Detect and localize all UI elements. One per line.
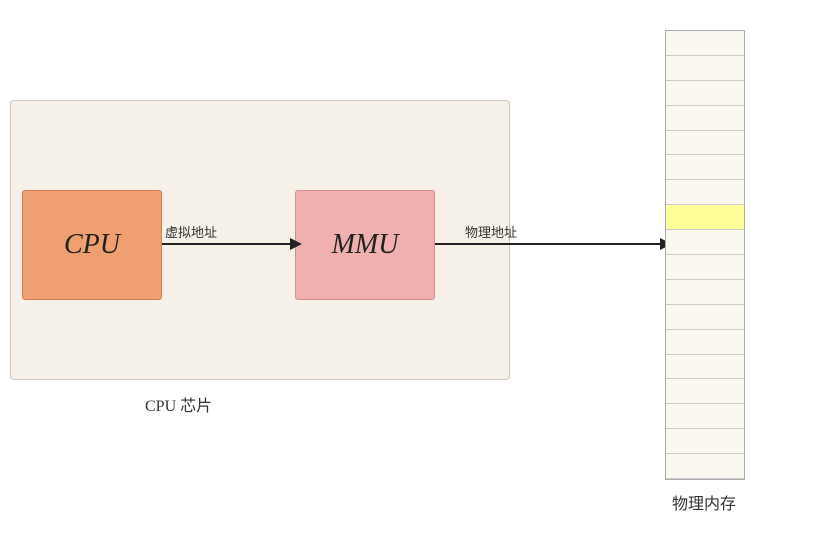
memory-cell: [666, 56, 744, 81]
memory-cell: [666, 404, 744, 429]
diagram-area: CPU 芯片 CPU MMU 虚拟地址 物理地址 物理内存: [0, 0, 831, 539]
memory-cell: [666, 379, 744, 404]
memory-cell: [666, 280, 744, 305]
mmu-box: MMU: [295, 190, 435, 300]
cpu-box: CPU: [22, 190, 162, 300]
memory-cell: [666, 305, 744, 330]
memory-cell: [666, 155, 744, 180]
memory-cell: [666, 31, 744, 56]
cpu-label: CPU: [64, 229, 120, 261]
memory-container: [665, 30, 745, 480]
memory-label: 物理内存: [672, 490, 736, 514]
mmu-label: MMU: [332, 229, 399, 261]
memory-cell: [666, 355, 744, 380]
memory-cell: [666, 205, 744, 230]
memory-cell: [666, 429, 744, 454]
memory-cell: [666, 230, 744, 255]
memory-cell: [666, 131, 744, 156]
cpu-chip-label: CPU 芯片: [145, 392, 212, 416]
memory-cell: [666, 454, 744, 479]
memory-cell: [666, 180, 744, 205]
memory-cell: [666, 81, 744, 106]
memory-cell: [666, 330, 744, 355]
memory-cell: [666, 106, 744, 131]
virtual-address-label: 虚拟地址: [165, 222, 217, 241]
memory-cell: [666, 255, 744, 280]
physical-address-label: 物理地址: [465, 222, 517, 241]
